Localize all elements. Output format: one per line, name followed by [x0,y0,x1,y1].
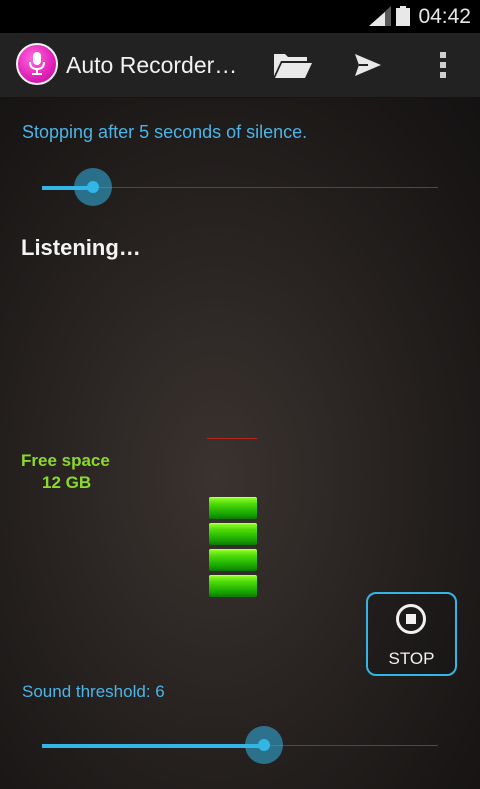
battery-icon [396,6,410,26]
silence-duration-label: Stopping after 5 seconds of silence. [22,122,308,142]
clock: 04:42 [418,5,471,28]
overflow-menu-button[interactable] [413,33,473,97]
slider-thumb[interactable] [258,739,270,751]
level-meter-segment [209,497,257,519]
app-title: Auto Recorder… [66,52,238,78]
action-bar: Auto Recorder… [0,33,480,98]
stop-button-label: STOP [388,649,435,668]
recording-status: Listening… [21,235,141,260]
send-button[interactable] [338,33,398,97]
level-meter-segment [209,523,257,545]
level-meter-segment [209,549,257,571]
free-space-label: Free space [21,451,110,470]
recorder-panel: Stopping after 5 seconds of silence. Lis… [0,98,480,789]
stop-button[interactable]: STOP [366,592,457,676]
level-meter-segment [209,575,257,597]
status-bar: 04:42 [0,0,480,33]
open-folder-button[interactable] [263,33,323,97]
slider-thumb[interactable] [87,181,99,193]
free-space-value: 12 GB [42,473,92,492]
sound-threshold-slider[interactable] [42,724,438,768]
folder-icon [274,54,312,78]
slider-track-fill [42,744,264,748]
threshold-marker [207,438,257,439]
send-icon [355,54,381,76]
microphone-icon[interactable] [16,43,58,85]
silence-duration-slider[interactable] [42,166,438,210]
overflow-menu-icon [440,52,446,78]
signal-icon [369,6,391,26]
sound-threshold-label: Sound threshold: 6 [22,682,165,701]
stop-icon [396,604,426,634]
